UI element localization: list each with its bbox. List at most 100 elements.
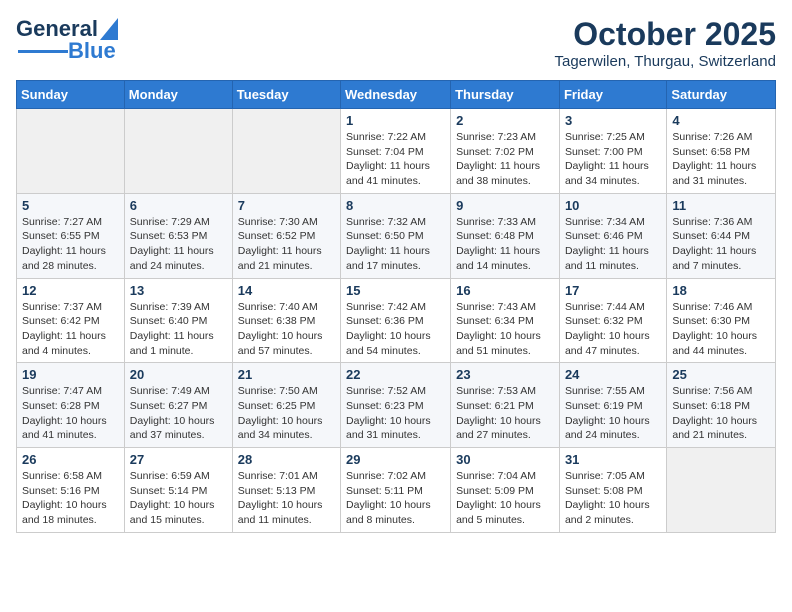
day-info: Sunrise: 7:34 AM Sunset: 6:46 PM Dayligh… [565,215,661,274]
table-row: 18 Sunrise: 7:46 AM Sunset: 6:30 PM Dayli… [667,278,776,363]
table-row [232,109,340,194]
day-number: 21 [238,367,335,382]
day-info: Sunrise: 7:27 AM Sunset: 6:55 PM Dayligh… [22,215,119,274]
day-number: 8 [346,198,445,213]
day-info: Sunrise: 7:50 AM Sunset: 6:25 PM Dayligh… [238,384,335,443]
day-number: 25 [672,367,770,382]
header-tuesday: Tuesday [232,81,340,109]
table-row: 3Sunrise: 7:25 AM Sunset: 7:00 PM Daylig… [559,109,666,194]
day-info: Sunrise: 7:44 AM Sunset: 6:32 PM Dayligh… [565,300,661,359]
title-block: October 2025 Tagerwilen, Thurgau, Switze… [554,16,776,70]
weekday-header-row: Sunday Monday Tuesday Wednesday Thursday… [17,81,776,109]
table-row: 30 Sunrise: 7:04 AM Sunset: 5:09 PM Dayli… [451,448,560,533]
day-number: 29 [346,452,445,467]
table-row: 10 Sunrise: 7:34 AM Sunset: 6:46 PM Dayli… [559,193,666,278]
table-row [667,448,776,533]
day-info: Sunrise: 7:39 AM Sunset: 6:40 PM Dayligh… [130,300,227,359]
calendar-week-row: 12 Sunrise: 7:37 AM Sunset: 6:42 PM Dayli… [17,278,776,363]
day-number: 14 [238,283,335,298]
table-row: 1 Sunrise: 7:22 AM Sunset: 7:04 PM Daylig… [341,109,451,194]
table-row: 27 Sunrise: 6:59 AM Sunset: 5:14 PM Dayli… [124,448,232,533]
table-row: 25Sunrise: 7:56 AM Sunset: 6:18 PM Dayli… [667,363,776,448]
calendar-body: 1 Sunrise: 7:22 AM Sunset: 7:04 PM Daylig… [17,109,776,533]
day-number: 6 [130,198,227,213]
header-sunday: Sunday [17,81,125,109]
day-info: Sunrise: 7:30 AM Sunset: 6:52 PM Dayligh… [238,215,335,274]
day-info: Sunrise: 7:32 AM Sunset: 6:50 PM Dayligh… [346,215,445,274]
header-saturday: Saturday [667,81,776,109]
day-info: Sunrise: 7:47 AM Sunset: 6:28 PM Dayligh… [22,384,119,443]
day-number: 1 [346,113,445,128]
table-row: 15Sunrise: 7:42 AM Sunset: 6:36 PM Dayli… [341,278,451,363]
table-row: 8 Sunrise: 7:32 AM Sunset: 6:50 PM Daylig… [341,193,451,278]
logo-triangle-icon [100,18,118,40]
table-row: 11 Sunrise: 7:36 AM Sunset: 6:44 PM Dayli… [667,193,776,278]
day-info: Sunrise: 7:29 AM Sunset: 6:53 PM Dayligh… [130,215,227,274]
header-wednesday: Wednesday [341,81,451,109]
day-info: Sunrise: 7:33 AM Sunset: 6:48 PM Dayligh… [456,215,554,274]
day-number: 27 [130,452,227,467]
table-row: 21 Sunrise: 7:50 AM Sunset: 6:25 PM Dayli… [232,363,340,448]
day-number: 24 [565,367,661,382]
day-info: Sunrise: 7:49 AM Sunset: 6:27 PM Dayligh… [130,384,227,443]
table-row: 26Sunrise: 6:58 AM Sunset: 5:16 PM Dayli… [17,448,125,533]
table-row: 2 Sunrise: 7:23 AM Sunset: 7:02 PM Daylig… [451,109,560,194]
table-row: 24Sunrise: 7:55 AM Sunset: 6:19 PM Dayli… [559,363,666,448]
day-number: 17 [565,283,661,298]
calendar-week-row: 19Sunrise: 7:47 AM Sunset: 6:28 PM Dayli… [17,363,776,448]
calendar-week-row: 26Sunrise: 6:58 AM Sunset: 5:16 PM Dayli… [17,448,776,533]
day-info: Sunrise: 7:36 AM Sunset: 6:44 PM Dayligh… [672,215,770,274]
table-row: 22 Sunrise: 7:52 AM Sunset: 6:23 PM Dayli… [341,363,451,448]
day-info: Sunrise: 7:46 AM Sunset: 6:30 PM Dayligh… [672,300,770,359]
table-row [17,109,125,194]
day-number: 20 [130,367,227,382]
table-row: 23Sunrise: 7:53 AM Sunset: 6:21 PM Dayli… [451,363,560,448]
table-row: 13Sunrise: 7:39 AM Sunset: 6:40 PM Dayli… [124,278,232,363]
calendar-title: October 2025 [554,16,776,53]
day-info: Sunrise: 7:23 AM Sunset: 7:02 PM Dayligh… [456,130,554,189]
day-number: 4 [672,113,770,128]
day-info: Sunrise: 7:42 AM Sunset: 6:36 PM Dayligh… [346,300,445,359]
day-number: 12 [22,283,119,298]
day-info: Sunrise: 7:01 AM Sunset: 5:13 PM Dayligh… [238,469,335,528]
logo-blue: Blue [68,38,116,64]
day-number: 2 [456,113,554,128]
table-row: 16Sunrise: 7:43 AM Sunset: 6:34 PM Dayli… [451,278,560,363]
header-thursday: Thursday [451,81,560,109]
day-number: 3 [565,113,661,128]
table-row: 6 Sunrise: 7:29 AM Sunset: 6:53 PM Daylig… [124,193,232,278]
table-row [124,109,232,194]
header-friday: Friday [559,81,666,109]
table-row: 5Sunrise: 7:27 AM Sunset: 6:55 PM Daylig… [17,193,125,278]
day-info: Sunrise: 7:40 AM Sunset: 6:38 PM Dayligh… [238,300,335,359]
header-monday: Monday [124,81,232,109]
day-number: 7 [238,198,335,213]
day-number: 26 [22,452,119,467]
logo: General Blue [16,16,118,64]
table-row: 9Sunrise: 7:33 AM Sunset: 6:48 PM Daylig… [451,193,560,278]
day-number: 10 [565,198,661,213]
day-number: 11 [672,198,770,213]
calendar-week-row: 1 Sunrise: 7:22 AM Sunset: 7:04 PM Daylig… [17,109,776,194]
day-number: 30 [456,452,554,467]
day-info: Sunrise: 6:59 AM Sunset: 5:14 PM Dayligh… [130,469,227,528]
day-info: Sunrise: 7:43 AM Sunset: 6:34 PM Dayligh… [456,300,554,359]
table-row: 19Sunrise: 7:47 AM Sunset: 6:28 PM Dayli… [17,363,125,448]
day-info: Sunrise: 7:26 AM Sunset: 6:58 PM Dayligh… [672,130,770,189]
day-info: Sunrise: 7:52 AM Sunset: 6:23 PM Dayligh… [346,384,445,443]
day-info: Sunrise: 7:37 AM Sunset: 6:42 PM Dayligh… [22,300,119,359]
table-row: 4 Sunrise: 7:26 AM Sunset: 6:58 PM Daylig… [667,109,776,194]
day-info: Sunrise: 7:22 AM Sunset: 7:04 PM Dayligh… [346,130,445,189]
day-number: 22 [346,367,445,382]
day-number: 28 [238,452,335,467]
table-row: 14 Sunrise: 7:40 AM Sunset: 6:38 PM Dayli… [232,278,340,363]
day-number: 23 [456,367,554,382]
table-row: 17 Sunrise: 7:44 AM Sunset: 6:32 PM Dayli… [559,278,666,363]
calendar-week-row: 5Sunrise: 7:27 AM Sunset: 6:55 PM Daylig… [17,193,776,278]
page-header: General Blue October 2025 Tagerwilen, Th… [16,16,776,70]
table-row: 20 Sunrise: 7:49 AM Sunset: 6:27 PM Dayli… [124,363,232,448]
table-row: 7 Sunrise: 7:30 AM Sunset: 6:52 PM Daylig… [232,193,340,278]
day-number: 18 [672,283,770,298]
calendar-table: Sunday Monday Tuesday Wednesday Thursday… [16,80,776,533]
day-info: Sunrise: 7:04 AM Sunset: 5:09 PM Dayligh… [456,469,554,528]
